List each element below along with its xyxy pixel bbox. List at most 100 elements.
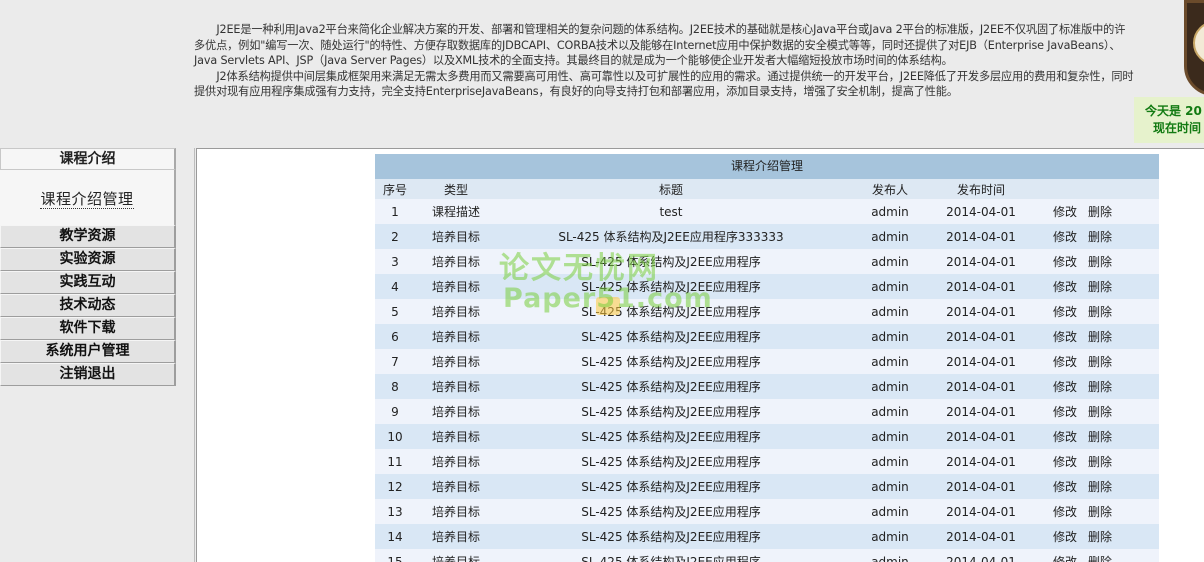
sidebar-item-teaching-resources[interactable]: 教学资源 [0,225,176,248]
edit-link[interactable]: 修改 [1053,255,1077,269]
course-intro-table: 课程介绍管理 序号 类型 标题 发布人 发布时间 1 课程描述 test admin 2… [375,154,1159,562]
edit-link[interactable]: 修改 [1053,555,1077,562]
cell-no: 11 [387,454,403,469]
cell-author: admin [871,279,909,294]
table-row: 2 培养目标 SL-425 体系结构及J2EE应用程序333333 admin 2014… [375,224,1159,249]
app-window: J2EE是一种利用Java2平台来简化企业解决方案的开发、部署和管理相关的复杂问… [0,0,1204,562]
frame-divider [194,148,195,562]
table-title: 课程介绍管理 [375,154,1159,179]
cell-actions: 修改 删除 [1027,228,1159,245]
edit-link[interactable]: 修改 [1053,205,1077,219]
cell-actions: 修改 删除 [1027,478,1159,495]
cell-type: 培养目标 [431,330,480,344]
delete-link[interactable]: 删除 [1088,205,1112,219]
edit-link[interactable]: 修改 [1053,380,1077,394]
cell-date: 2014-04-01 [946,529,1016,544]
edit-link[interactable]: 修改 [1053,280,1077,294]
table-body: 1 课程描述 test admin 2014-04-01 修改 删除 2 培养目标 SL-425 … [375,199,1159,562]
edit-link[interactable]: 修改 [1053,330,1077,344]
intro-paragraph-2: J2体系结构提供中间层集成框架用来满足无需太多费用而又需要高可用性、高可靠性以及… [194,69,1134,99]
delete-link[interactable]: 删除 [1088,255,1112,269]
cell-no: 5 [391,304,399,319]
cell-author: admin [871,504,909,519]
page-header: J2EE是一种利用Java2平台来简化企业解决方案的开发、部署和管理相关的复杂问… [0,0,1204,148]
cell-date: 2014-04-01 [946,379,1016,394]
cell-type: 培养目标 [431,555,480,562]
today-date-label: 今天是 20 [1145,104,1202,118]
edit-link[interactable]: 修改 [1053,530,1077,544]
cell-title: SL-425 体系结构及J2EE应用程序 [581,355,761,369]
edit-link[interactable]: 修改 [1053,230,1077,244]
cell-type: 培养目标 [431,280,480,294]
cell-date: 2014-04-01 [946,479,1016,494]
cell-title: SL-425 体系结构及J2EE应用程序 [581,380,761,394]
delete-link[interactable]: 删除 [1088,530,1112,544]
delete-link[interactable]: 删除 [1088,305,1112,319]
edit-link[interactable]: 修改 [1053,355,1077,369]
cell-author: admin [871,354,909,369]
delete-link[interactable]: 删除 [1088,230,1112,244]
cell-type: 培养目标 [431,305,480,319]
cell-type: 培养目标 [431,455,480,469]
cell-type: 培养目标 [431,355,480,369]
table-row: 14 培养目标 SL-425 体系结构及J2EE应用程序 admin 2014-04-0… [375,524,1159,549]
cell-date: 2014-04-01 [946,429,1016,444]
cell-title: SL-425 体系结构及J2EE应用程序 [581,305,761,319]
sidebar-item-logout[interactable]: 注销退出 [0,363,176,386]
cell-author: admin [871,554,909,562]
cell-actions: 修改 删除 [1027,203,1159,220]
cell-author: admin [871,329,909,344]
cell-author: admin [871,429,909,444]
cell-actions: 修改 删除 [1027,328,1159,345]
cell-no: 12 [387,479,403,494]
cell-no: 7 [391,354,399,369]
cell-no: 3 [391,254,399,269]
sidebar-item-software-download[interactable]: 软件下载 [0,317,176,340]
sidebar-item-tech-news[interactable]: 技术动态 [0,294,176,317]
table-row: 13 培养目标 SL-425 体系结构及J2EE应用程序 admin 2014-04-0… [375,499,1159,524]
delete-link[interactable]: 删除 [1088,405,1112,419]
cell-type: 培养目标 [431,480,480,494]
edit-link[interactable]: 修改 [1053,405,1077,419]
delete-link[interactable]: 删除 [1088,380,1112,394]
sidebar-item-user-management[interactable]: 系统用户管理 [0,340,176,363]
delete-link[interactable]: 删除 [1088,480,1112,494]
cell-no: 2 [391,229,399,244]
delete-link[interactable]: 删除 [1088,555,1112,562]
delete-link[interactable]: 删除 [1088,455,1112,469]
cell-date: 2014-04-01 [946,254,1016,269]
sidebar-item-practice-interaction[interactable]: 实践互动 [0,271,176,294]
sidebar-item-lab-resources[interactable]: 实验资源 [0,248,176,271]
cell-author: admin [871,454,909,469]
edit-link[interactable]: 修改 [1053,305,1077,319]
cell-actions: 修改 删除 [1027,378,1159,395]
cell-type: 培养目标 [431,430,480,444]
cell-title: SL-425 体系结构及J2EE应用程序 [581,430,761,444]
header-no: 序号 [382,182,407,197]
delete-link[interactable]: 删除 [1088,330,1112,344]
edit-link[interactable]: 修改 [1053,505,1077,519]
header-type: 类型 [443,182,468,197]
table-row: 1 课程描述 test admin 2014-04-01 修改 删除 [375,199,1159,224]
edit-link[interactable]: 修改 [1053,430,1077,444]
delete-link[interactable]: 删除 [1088,280,1112,294]
cell-date: 2014-04-01 [946,554,1016,562]
cell-author: admin [871,479,909,494]
delete-link[interactable]: 删除 [1088,430,1112,444]
cell-no: 14 [387,529,403,544]
cell-no: 15 [387,554,403,562]
delete-link[interactable]: 删除 [1088,355,1112,369]
cell-date: 2014-04-01 [946,454,1016,469]
table-row: 15 培养目标 SL-425 体系结构及J2EE应用程序 admin 2014-04-0… [375,549,1159,562]
edit-link[interactable]: 修改 [1053,480,1077,494]
cell-no: 6 [391,329,399,344]
edit-link[interactable]: 修改 [1053,455,1077,469]
cell-title: SL-425 体系结构及J2EE应用程序 [581,330,761,344]
cell-title: SL-425 体系结构及J2EE应用程序 [581,530,761,544]
sidebar-section-title[interactable]: 课程介绍 [0,148,176,170]
table-header-row: 序号 类型 标题 发布人 发布时间 [375,179,1159,199]
sidebar-link-course-intro-manage[interactable]: 课程介绍管理 [40,190,134,209]
delete-link[interactable]: 删除 [1088,505,1112,519]
table-row: 6 培养目标 SL-425 体系结构及J2EE应用程序 admin 2014-04-01… [375,324,1159,349]
cell-date: 2014-04-01 [946,404,1016,419]
